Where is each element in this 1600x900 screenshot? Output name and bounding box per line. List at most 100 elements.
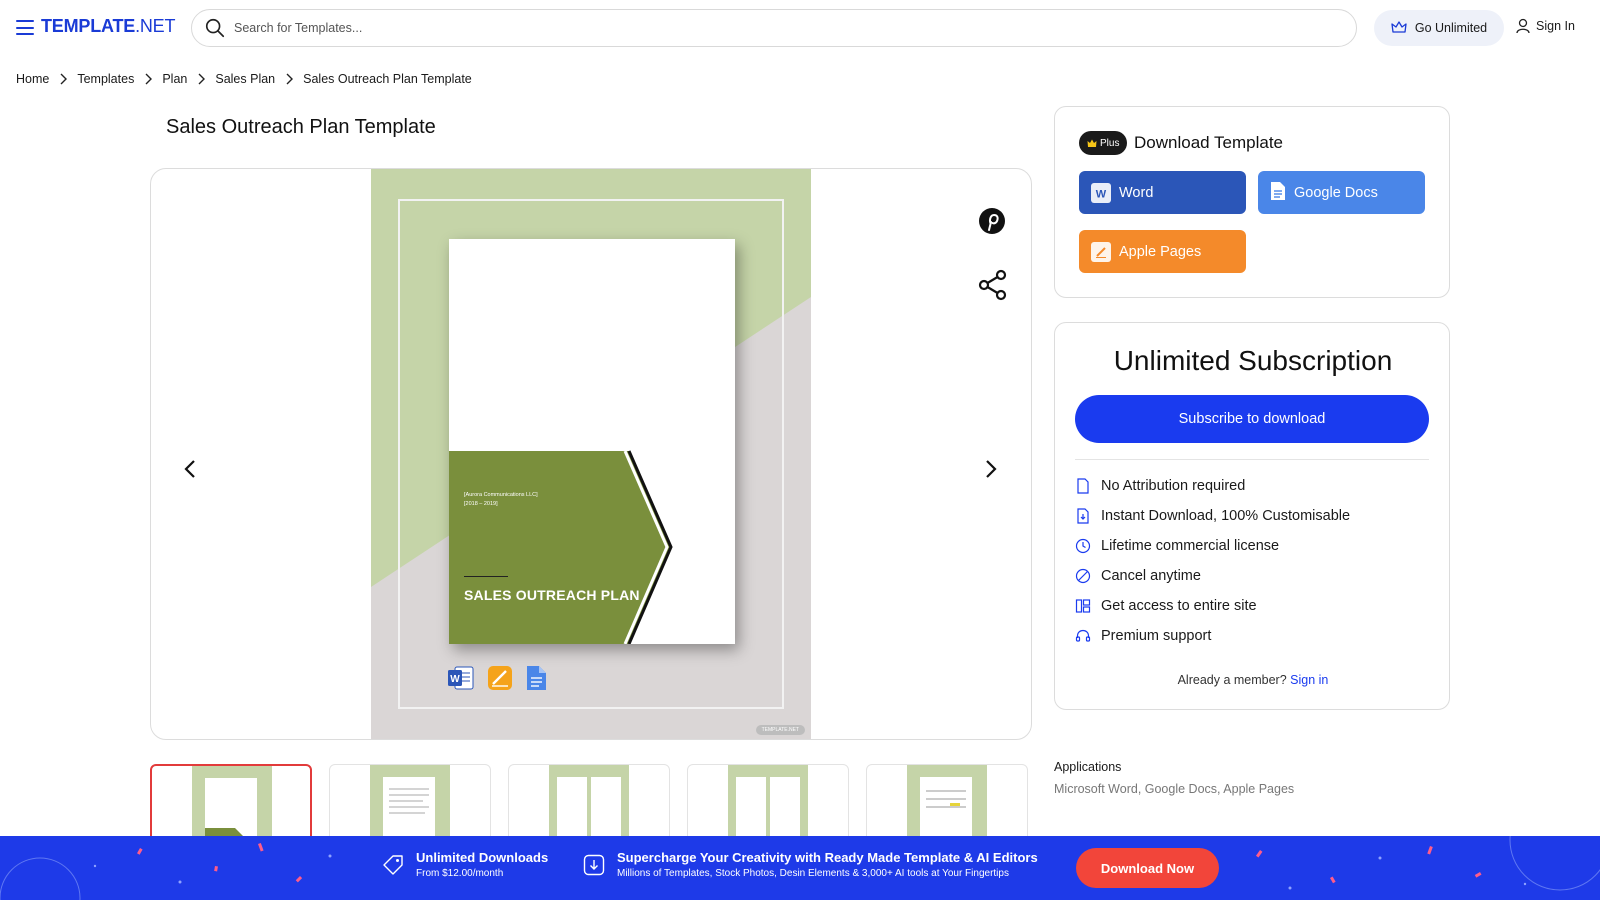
list-item: Lifetime commercial license [1075, 531, 1350, 561]
sign-in-button[interactable]: Sign In [1516, 18, 1575, 34]
download-icon [1077, 508, 1089, 524]
tag-icon [383, 854, 403, 875]
headset-icon [1075, 629, 1091, 642]
google-docs-icon [527, 666, 546, 690]
promo-banner: Unlimited Downloads From $12.00/month Su… [0, 836, 1600, 900]
feature-label: Cancel anytime [1101, 568, 1201, 584]
thumbnail-4[interactable] [687, 764, 849, 844]
applications-label: Applications [1054, 760, 1122, 774]
search-input[interactable] [234, 21, 1334, 35]
promo-subline: Millions of Templates, Stock Photos, Des… [617, 868, 1009, 879]
page-title: Sales Outreach Plan Template [166, 116, 436, 138]
breadcrumb-current: Sales Outreach Plan Template [303, 72, 472, 86]
share-icon[interactable] [978, 269, 1008, 301]
word-icon: W [1091, 182, 1111, 203]
supercharge-promo: Supercharge Your Creativity with Ready M… [583, 850, 1038, 879]
word-download-button[interactable]: W Word [1079, 171, 1246, 214]
list-item: Get access to entire site [1075, 591, 1350, 621]
word-label: Word [1119, 184, 1154, 201]
list-item: Cancel anytime [1075, 561, 1350, 591]
subscription-card: Unlimited Subscription Subscribe to down… [1054, 322, 1450, 710]
company-line-1: [Aurora Communications LLC] [464, 492, 538, 498]
go-unlimited-button[interactable]: Go Unlimited [1374, 10, 1504, 46]
crown-icon [1391, 21, 1407, 33]
chevron-left-icon[interactable] [179, 457, 203, 481]
feature-label: No Attribution required [1101, 478, 1246, 494]
cover-banner-shape [449, 450, 673, 644]
document-title: SALES OUTREACH PLAN [464, 587, 640, 603]
format-icons: W [447, 665, 547, 691]
breadcrumb-plan[interactable]: Plan [162, 72, 187, 86]
list-item: Instant Download, 100% Customisable [1075, 501, 1350, 531]
google-docs-label: Google Docs [1294, 184, 1378, 201]
search-icon [205, 18, 225, 38]
feature-label: Get access to entire site [1101, 598, 1257, 614]
company-line-2: [2018 – 2019] [464, 501, 498, 507]
chevron-right-icon [285, 73, 294, 85]
thumbnail-5[interactable] [866, 764, 1028, 844]
thumbnail-2[interactable] [329, 764, 491, 844]
subscribe-button[interactable]: Subscribe to download [1075, 395, 1429, 443]
search-bar[interactable] [191, 9, 1357, 47]
member-prompt: Already a member? Sign in [1055, 673, 1451, 687]
member-text: Already a member? [1177, 673, 1287, 687]
breadcrumb-home[interactable]: Home [16, 72, 49, 86]
breadcrumb-sales-plan[interactable]: Sales Plan [215, 72, 275, 86]
feature-label: Instant Download, 100% Customisable [1101, 508, 1351, 524]
thumbnail-3[interactable] [508, 764, 670, 844]
unlimited-downloads-promo: Unlimited Downloads From $12.00/month [382, 850, 548, 879]
preview-image: [Aurora Communications LLC] [2018 – 2019… [371, 169, 811, 739]
chevron-right-icon [144, 73, 153, 85]
applications-value: Microsoft Word, Google Docs, Apple Pages [1054, 782, 1295, 796]
go-unlimited-label: Go Unlimited [1414, 21, 1488, 35]
apple-pages-label: Apple Pages [1119, 243, 1202, 260]
promo-headline: Supercharge Your Creativity with Ready M… [617, 850, 1038, 865]
document-company: [Aurora Communications LLC] [2018 – 2019… [464, 491, 538, 509]
promo-title: Unlimited Downloads [416, 850, 549, 865]
user-icon [1516, 18, 1530, 34]
layout-icon [1075, 599, 1091, 613]
download-title: Download Template [1134, 133, 1283, 152]
google-docs-icon [1270, 181, 1286, 205]
pages-icon [1091, 241, 1111, 262]
document-page: [Aurora Communications LLC] [2018 – 2019… [449, 239, 735, 644]
feature-list: No Attribution required Instant Download… [1075, 471, 1350, 651]
plus-badge: Plus [1079, 131, 1128, 155]
member-sign-in-link[interactable]: Sign in [1290, 673, 1328, 687]
thumbnail-1[interactable] [150, 764, 312, 844]
chevron-right-icon [59, 73, 68, 85]
cancel-icon [1075, 568, 1091, 584]
sign-in-label: Sign In [1536, 19, 1575, 33]
breadcrumb: Home Templates Plan Sales Plan Sales Out… [16, 72, 472, 86]
watermark: TEMPLATE.NET [755, 725, 805, 735]
site-logo[interactable]: TEMPLATE.NET [41, 16, 175, 37]
document-icon [1077, 478, 1089, 494]
word-icon: W [448, 666, 474, 690]
list-item: No Attribution required [1075, 471, 1350, 501]
thumbnail-strip [150, 764, 1028, 844]
subscription-title: Unlimited Subscription [1113, 345, 1393, 376]
download-card: Plus Download Template W Word Google Doc… [1054, 106, 1450, 298]
menu-icon[interactable] [16, 20, 34, 35]
plus-badge-label: Plus [1100, 137, 1120, 149]
feature-label: Premium support [1101, 628, 1212, 644]
divider [464, 576, 508, 577]
chevron-right-icon[interactable] [978, 457, 1002, 481]
svg-text:W: W [450, 674, 460, 685]
list-item: Premium support [1075, 621, 1350, 651]
download-icon [583, 854, 605, 875]
logo-main-text: TEMPLATE [41, 16, 136, 36]
logo-suffix-text: .NET [135, 16, 176, 36]
apple-pages-download-button[interactable]: Apple Pages [1079, 230, 1246, 273]
divider [1075, 459, 1429, 460]
template-preview: [Aurora Communications LLC] [2018 – 2019… [150, 168, 1032, 740]
pages-icon [488, 666, 512, 690]
pinterest-icon[interactable] [978, 207, 1006, 235]
download-now-button[interactable]: Download Now [1076, 848, 1219, 888]
breadcrumb-templates[interactable]: Templates [77, 72, 134, 86]
google-docs-download-button[interactable]: Google Docs [1258, 171, 1425, 214]
clock-icon [1075, 538, 1091, 554]
chevron-right-icon [197, 73, 206, 85]
crown-icon [1087, 139, 1097, 147]
promo-price: From $12.00/month [416, 868, 504, 879]
